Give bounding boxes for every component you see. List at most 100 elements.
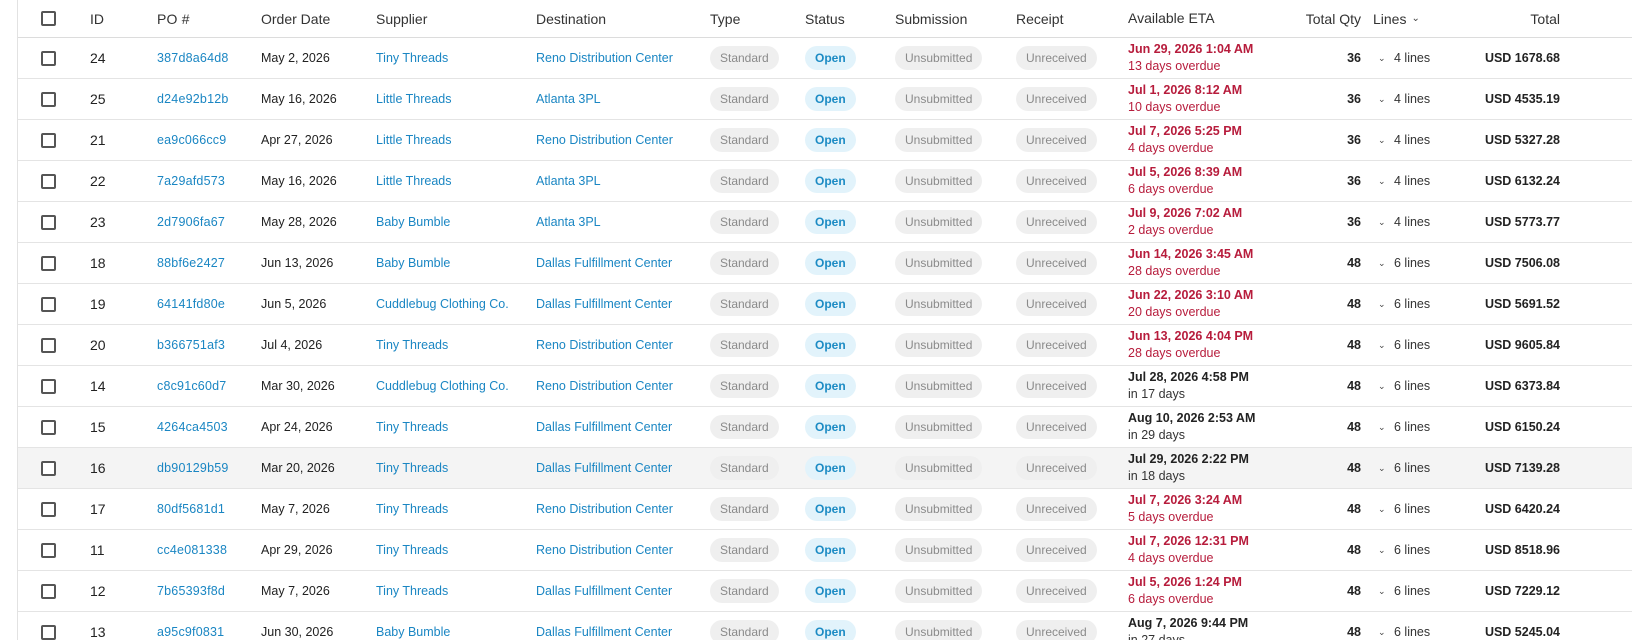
chevron-down-icon[interactable]: ⌄ xyxy=(1378,176,1386,187)
table-row[interactable]: 21 ea9c066cc9 Apr 27, 2026 Little Thread… xyxy=(18,120,1632,161)
table-row[interactable]: 14 c8c91c60d7 Mar 30, 2026 Cuddlebug Clo… xyxy=(18,366,1632,407)
po-number-link[interactable]: a95c9f0831 xyxy=(157,612,257,640)
destination-link[interactable]: Atlanta 3PL xyxy=(536,202,706,242)
destination-link[interactable]: Reno Distribution Center xyxy=(536,38,706,78)
po-number-link[interactable]: c8c91c60d7 xyxy=(157,366,257,406)
row-select-checkbox[interactable] xyxy=(40,419,56,435)
supplier-link[interactable]: Tiny Threads xyxy=(376,571,531,611)
table-row[interactable]: 13 a95c9f0831 Jun 30, 2026 Baby Bumble D… xyxy=(18,612,1632,640)
row-select-checkbox[interactable] xyxy=(40,255,56,271)
chevron-down-icon[interactable]: ⌄ xyxy=(1378,545,1386,556)
col-header-eta[interactable]: Available ETA xyxy=(1128,0,1298,37)
po-number-link[interactable]: ea9c066cc9 xyxy=(157,120,257,160)
chevron-down-icon[interactable]: ⌄ xyxy=(1378,381,1386,392)
col-header-total-qty[interactable]: Total Qty xyxy=(1288,0,1361,37)
chevron-down-icon[interactable]: ⌄ xyxy=(1378,627,1386,638)
supplier-link[interactable]: Baby Bumble xyxy=(376,202,531,242)
table-row[interactable]: 11 cc4e081338 Apr 29, 2026 Tiny Threads … xyxy=(18,530,1632,571)
destination-link[interactable]: Reno Distribution Center xyxy=(536,530,706,570)
supplier-link[interactable]: Baby Bumble xyxy=(376,243,531,283)
row-checkbox-cell[interactable] xyxy=(38,243,58,283)
row-select-checkbox[interactable] xyxy=(40,501,56,517)
supplier-link[interactable]: Little Threads xyxy=(376,161,531,201)
chevron-down-icon[interactable]: ⌄ xyxy=(1378,53,1386,64)
supplier-link[interactable]: Tiny Threads xyxy=(376,489,531,529)
row-checkbox-cell[interactable] xyxy=(38,202,58,242)
row-select-checkbox[interactable] xyxy=(40,50,56,66)
row-select-checkbox[interactable] xyxy=(40,460,56,476)
chevron-down-icon[interactable]: ⌄ xyxy=(1378,299,1386,310)
supplier-link[interactable]: Tiny Threads xyxy=(376,448,531,488)
destination-link[interactable]: Reno Distribution Center xyxy=(536,120,706,160)
po-number-link[interactable]: 80df5681d1 xyxy=(157,489,257,529)
po-number-link[interactable]: b366751af3 xyxy=(157,325,257,365)
table-row[interactable]: 17 80df5681d1 May 7, 2026 Tiny Threads R… xyxy=(18,489,1632,530)
supplier-link[interactable]: Cuddlebug Clothing Co. xyxy=(376,366,531,406)
col-header-order-date[interactable]: Order Date xyxy=(261,0,371,37)
row-select-checkbox[interactable] xyxy=(40,624,56,640)
row-checkbox-cell[interactable] xyxy=(38,161,58,201)
destination-link[interactable]: Dallas Fulfillment Center xyxy=(536,571,706,611)
col-header-id[interactable]: ID xyxy=(90,0,130,37)
po-number-link[interactable]: cc4e081338 xyxy=(157,530,257,570)
chevron-down-icon[interactable]: ⌄ xyxy=(1378,586,1386,597)
chevron-down-icon[interactable]: ⌄ xyxy=(1378,463,1386,474)
row-checkbox-cell[interactable] xyxy=(38,530,58,570)
destination-link[interactable]: Atlanta 3PL xyxy=(536,79,706,119)
table-row[interactable]: 25 d24e92b12b May 16, 2026 Little Thread… xyxy=(18,79,1632,120)
table-row[interactable]: 12 7b65393f8d May 7, 2026 Tiny Threads D… xyxy=(18,571,1632,612)
col-header-receipt[interactable]: Receipt xyxy=(1016,0,1116,37)
destination-link[interactable]: Dallas Fulfillment Center xyxy=(536,448,706,488)
po-number-link[interactable]: 387d8a64d8 xyxy=(157,38,257,78)
row-select-checkbox[interactable] xyxy=(40,91,56,107)
supplier-link[interactable]: Tiny Threads xyxy=(376,38,531,78)
chevron-down-icon[interactable]: ⌄ xyxy=(1378,217,1386,228)
table-row[interactable]: 22 7a29afd573 May 16, 2026 Little Thread… xyxy=(18,161,1632,202)
destination-link[interactable]: Reno Distribution Center xyxy=(536,366,706,406)
row-select-checkbox[interactable] xyxy=(40,296,56,312)
destination-link[interactable]: Reno Distribution Center xyxy=(536,325,706,365)
destination-link[interactable]: Dallas Fulfillment Center xyxy=(536,284,706,324)
supplier-link[interactable]: Tiny Threads xyxy=(376,530,531,570)
table-row[interactable]: 24 387d8a64d8 May 2, 2026 Tiny Threads R… xyxy=(18,38,1632,79)
destination-link[interactable]: Atlanta 3PL xyxy=(536,161,706,201)
chevron-down-icon[interactable]: ⌄ xyxy=(1378,258,1386,269)
destination-link[interactable]: Dallas Fulfillment Center xyxy=(536,243,706,283)
table-row[interactable]: 20 b366751af3 Jul 4, 2026 Tiny Threads R… xyxy=(18,325,1632,366)
chevron-down-icon[interactable]: ⌄ xyxy=(1411,13,1419,24)
supplier-link[interactable]: Little Threads xyxy=(376,79,531,119)
row-checkbox-cell[interactable] xyxy=(38,448,58,488)
chevron-down-icon[interactable]: ⌄ xyxy=(1378,422,1386,433)
select-all-checkbox[interactable] xyxy=(40,11,56,26)
row-checkbox-cell[interactable] xyxy=(38,407,58,447)
row-select-checkbox[interactable] xyxy=(40,132,56,148)
row-checkbox-cell[interactable] xyxy=(38,325,58,365)
table-row[interactable]: 15 4264ca4503 Apr 24, 2026 Tiny Threads … xyxy=(18,407,1632,448)
row-checkbox-cell[interactable] xyxy=(38,612,58,640)
po-number-link[interactable]: db90129b59 xyxy=(157,448,257,488)
col-header-type[interactable]: Type xyxy=(710,0,800,37)
table-row[interactable]: 23 2d7906fa67 May 28, 2026 Baby Bumble A… xyxy=(18,202,1632,243)
destination-link[interactable]: Reno Distribution Center xyxy=(536,489,706,529)
po-number-link[interactable]: 64141fd80e xyxy=(157,284,257,324)
col-header-total[interactable]: Total xyxy=(1458,0,1560,37)
destination-link[interactable]: Dallas Fulfillment Center xyxy=(536,612,706,640)
supplier-link[interactable]: Baby Bumble xyxy=(376,612,531,640)
row-checkbox-cell[interactable] xyxy=(38,571,58,611)
po-number-link[interactable]: 7b65393f8d xyxy=(157,571,257,611)
table-row[interactable]: 18 88bf6e2427 Jun 13, 2026 Baby Bumble D… xyxy=(18,243,1632,284)
supplier-link[interactable]: Little Threads xyxy=(376,120,531,160)
po-number-link[interactable]: 4264ca4503 xyxy=(157,407,257,447)
chevron-down-icon[interactable]: ⌄ xyxy=(1378,340,1386,351)
row-checkbox-cell[interactable] xyxy=(38,284,58,324)
row-select-checkbox[interactable] xyxy=(40,214,56,230)
chevron-down-icon[interactable]: ⌄ xyxy=(1378,135,1386,146)
row-checkbox-cell[interactable] xyxy=(38,120,58,160)
col-header-destination[interactable]: Destination xyxy=(536,0,706,37)
row-select-checkbox[interactable] xyxy=(40,378,56,394)
po-number-link[interactable]: d24e92b12b xyxy=(157,79,257,119)
col-header-submission[interactable]: Submission xyxy=(895,0,1005,37)
col-header-supplier[interactable]: Supplier xyxy=(376,0,531,37)
po-number-link[interactable]: 7a29afd573 xyxy=(157,161,257,201)
row-checkbox-cell[interactable] xyxy=(38,38,58,78)
